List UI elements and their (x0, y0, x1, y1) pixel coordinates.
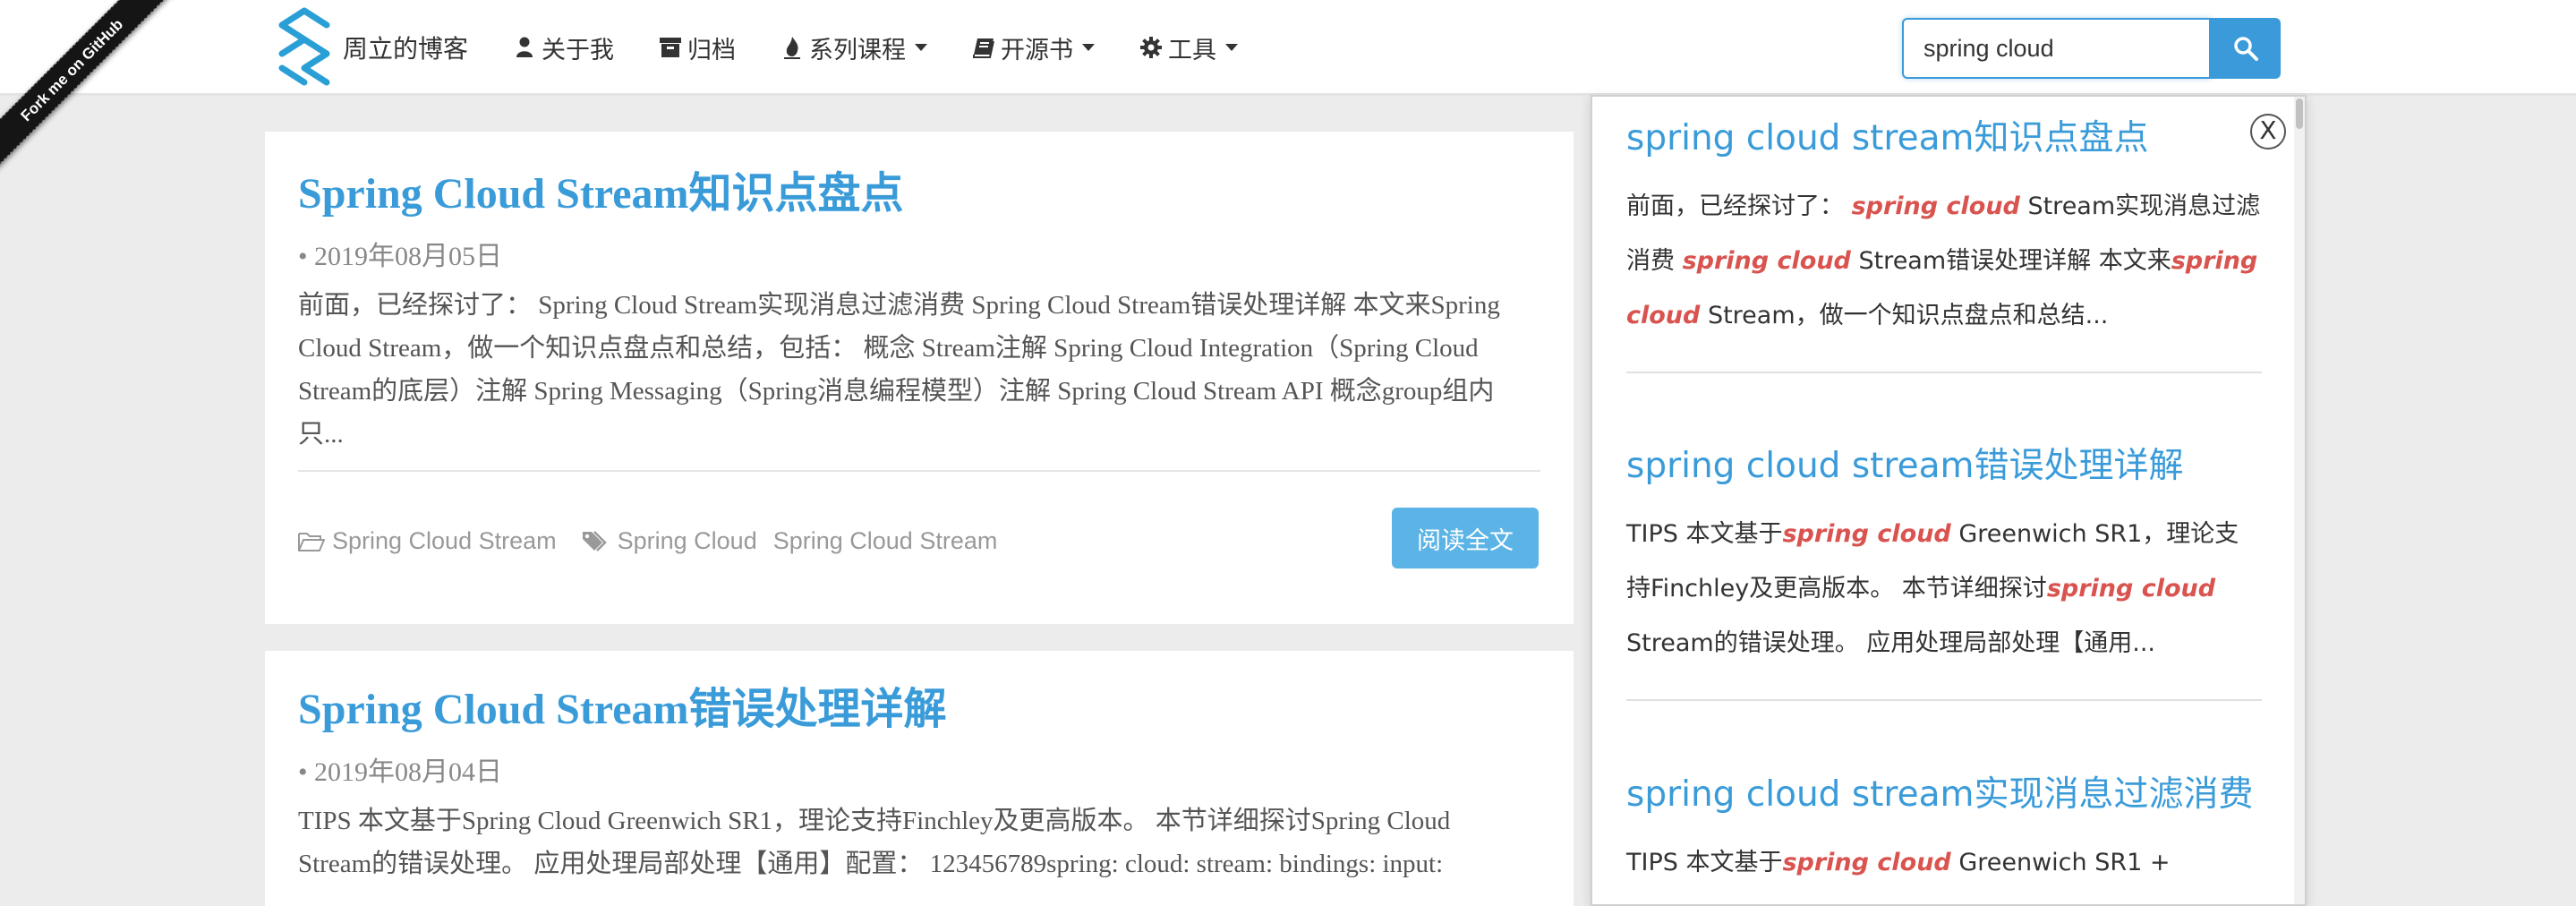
results-scrollbar[interactable] (2294, 97, 2305, 904)
nav-menu: 关于我 归档 系列课程 开源书 工具 (513, 30, 1283, 65)
post-category-link[interactable]: Spring Cloud Stream (332, 527, 557, 555)
snippet-text: Stream的错误处理。 应用处理局部处理【通用... (1626, 629, 2156, 657)
brand-link[interactable]: 周立的博客 (273, 7, 468, 88)
post-excerpt: TIPS 本文基于Spring Cloud Greenwich SR1，理论支持… (298, 807, 1451, 878)
nav-item-label: 开源书 (1001, 36, 1074, 64)
brand-logo-icon (278, 7, 330, 86)
post-footer: Spring Cloud Stream Spring Cloud Spring … (298, 472, 1540, 588)
brand-name: 周立的博客 (343, 34, 469, 64)
navbar-inner: 周立的博客 关于我 归档 系列课程 开源书 工具 (273, 0, 1283, 95)
search-result-title[interactable]: spring cloud stream知识点盘点 (1626, 116, 2262, 161)
post-tag-link[interactable]: Spring Cloud (618, 527, 757, 555)
search-button[interactable] (2211, 18, 2281, 79)
post-card: Spring Cloud Stream知识点盘点 • 2019年08月05日 前… (265, 132, 1574, 624)
search-result-title[interactable]: spring cloud stream错误处理详解 (1626, 444, 2262, 489)
snippet-text: Stream错误处理详解 本文来 (1850, 247, 2171, 275)
user-icon (513, 36, 536, 59)
nav-item-archive[interactable]: 归档 (659, 30, 736, 65)
nav-item-courses[interactable]: 系列课程 (780, 30, 928, 65)
archive-icon (659, 36, 682, 59)
nav-item-label: 关于我 (542, 36, 615, 64)
search-group (1902, 18, 2281, 79)
search-input[interactable] (1902, 18, 2211, 79)
search-result-snippet: 前面，已经探讨了： spring cloud Stream实现消息过滤消费 sp… (1626, 179, 2262, 343)
post-meta: Spring Cloud Stream Spring Cloud Spring … (298, 527, 1022, 555)
chevron-down-icon (1225, 44, 1239, 51)
search-results-dropdown: X spring cloud stream知识点盘点 前面，已经探讨了： spr… (1591, 95, 2307, 906)
tags-icon (582, 530, 607, 551)
search-icon (2234, 37, 2258, 61)
search-highlight: spring cloud (1851, 192, 2020, 220)
post-tags: Spring Cloud Spring Cloud Stream (582, 527, 998, 555)
search-result-snippet: TIPS 本文基于spring cloud Greenwich SR1 + sp… (1626, 835, 2262, 904)
search-highlight: spring cloud (2046, 575, 2216, 603)
search-result-item: spring cloud stream错误处理详解 TIPS 本文基于sprin… (1626, 444, 2262, 701)
search-result-item: spring cloud stream实现消息过滤消费 TIPS 本文基于spr… (1626, 773, 2262, 904)
snippet-text: Greenwich SR1 + (1950, 849, 2171, 876)
results-scrollbar-thumb[interactable] (2296, 98, 2303, 129)
chevron-down-icon (1082, 44, 1096, 51)
snippet-text: TIPS 本文基于 (1626, 849, 1783, 876)
nav-item-label: 归档 (687, 36, 737, 64)
result-divider (1626, 699, 2262, 701)
nav-item-books[interactable]: 开源书 (972, 30, 1096, 65)
search-result-item: spring cloud stream知识点盘点 前面，已经探讨了： sprin… (1626, 116, 2262, 373)
post-title[interactable]: Spring Cloud Stream知识点盘点 (298, 132, 1540, 221)
post-category: Spring Cloud Stream (298, 527, 557, 555)
post-excerpt: 前面，已经探讨了： Spring Cloud Stream实现消息过滤消费 Sp… (298, 291, 1500, 449)
search-result-title[interactable]: spring cloud stream实现消息过滤消费 (1626, 773, 2262, 817)
search-highlight: spring cloud (1782, 849, 1951, 876)
nav-item-about[interactable]: 关于我 (513, 30, 614, 65)
post-date: • 2019年08月04日 (298, 757, 503, 787)
snippet-text: TIPS 本文基于 (1626, 520, 1783, 548)
chevron-down-icon (915, 44, 928, 51)
gear-icon (1139, 36, 1163, 59)
search-result-snippet: TIPS 本文基于spring cloud Greenwich SR1，理论支持… (1626, 507, 2262, 671)
folder-open-icon (298, 532, 325, 551)
book-icon (972, 36, 995, 59)
read-more-button[interactable]: 阅读全文 (1392, 508, 1539, 568)
nav-item-label: 工具 (1168, 36, 1217, 64)
search-highlight: spring cloud (1682, 247, 1851, 275)
snippet-text: Stream，做一个知识点盘点和总结... (1700, 302, 2109, 329)
nav-item-label: 系列课程 (809, 36, 907, 64)
result-divider (1626, 372, 2262, 373)
post-date: • 2019年08月05日 (298, 242, 503, 271)
post-title[interactable]: Spring Cloud Stream错误处理详解 (298, 651, 1540, 737)
post-tag-link[interactable]: Spring Cloud Stream (773, 527, 998, 555)
search-highlight: spring cloud (1782, 520, 1951, 548)
post-card: Spring Cloud Stream错误处理详解 • 2019年08月04日 … (265, 651, 1574, 906)
fire-icon (780, 36, 804, 59)
snippet-text: 前面，已经探讨了： (1626, 192, 1852, 220)
navbar: 周立的博客 关于我 归档 系列课程 开源书 工具 spring cloud (0, 0, 2576, 95)
nav-item-tools[interactable]: 工具 (1139, 30, 1239, 65)
